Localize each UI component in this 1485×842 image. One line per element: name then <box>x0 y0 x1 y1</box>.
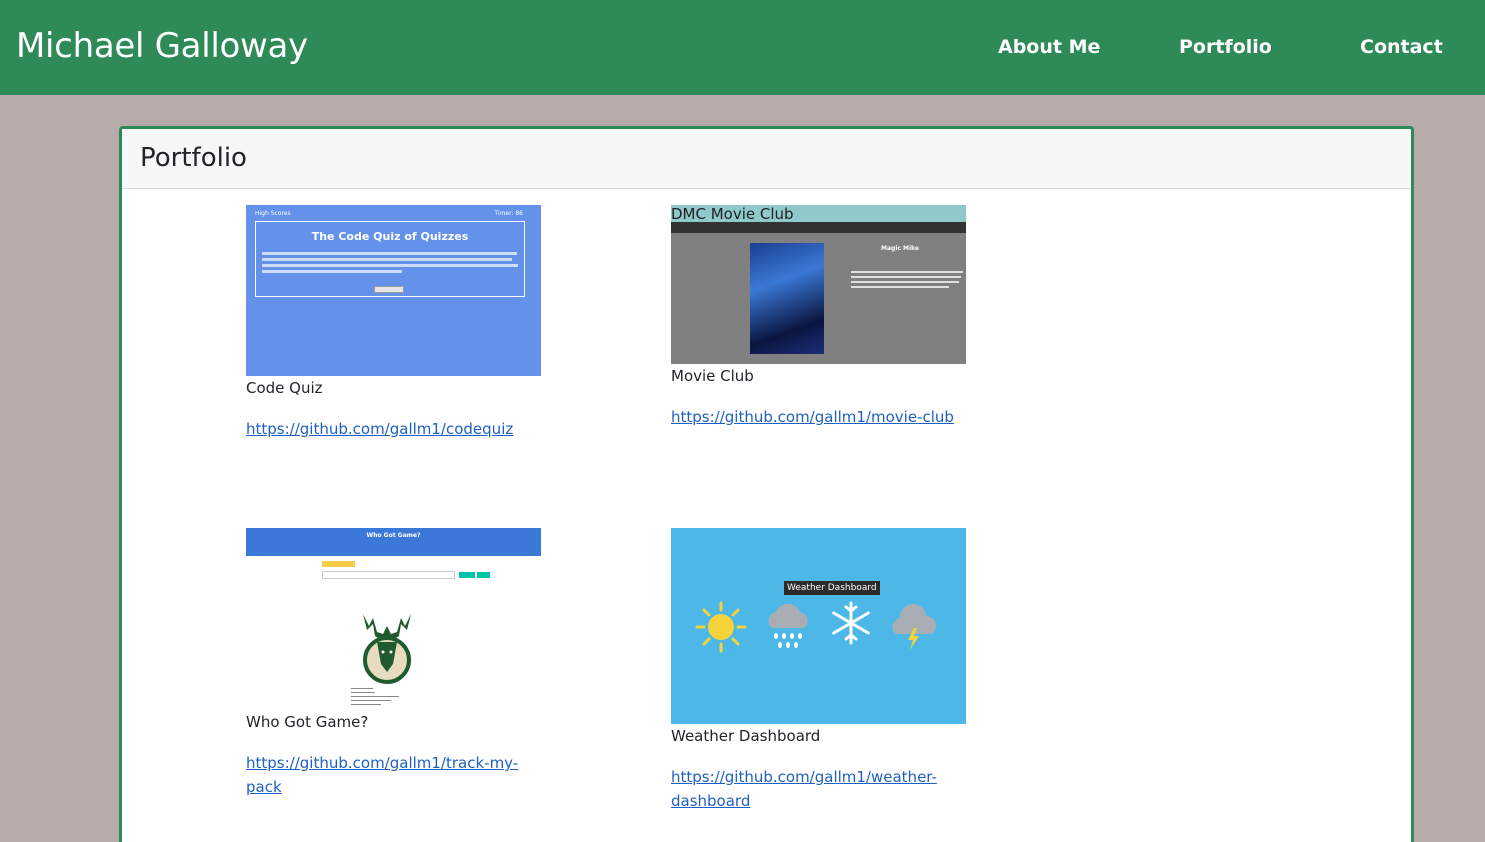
portfolio-card: Portfolio High Scores Timer: 86 The Code… <box>119 126 1414 842</box>
snowflake-icon <box>832 601 870 645</box>
thumb-clear-button <box>477 572 490 578</box>
who-got-game-thumbnail[interactable]: Who Got Game? <box>246 528 541 710</box>
rain-cloud-icon <box>768 604 808 648</box>
bucks-logo-icon <box>363 614 411 684</box>
thumb-text-line <box>851 286 949 288</box>
thumb-nav-bar <box>671 222 966 233</box>
thumb-movie-club-heading: DMC Movie Club <box>671 205 794 223</box>
project-link[interactable]: https://github.com/gallm1/track-my-pack <box>246 751 546 799</box>
thumb-search-input <box>322 571 455 579</box>
movie-club-thumbnail[interactable]: DMC Movie Club Magic Mike <box>671 205 966 364</box>
project-link-line: dashboard <box>671 792 751 810</box>
weather-dashboard-thumbnail[interactable]: Weather Dashboard <box>671 528 966 724</box>
thumb-text-line <box>351 704 381 705</box>
project-title: Code Quiz <box>246 379 323 397</box>
thumb-text-line <box>262 252 517 255</box>
project-link[interactable]: https://github.com/gallm1/movie-club <box>671 405 971 429</box>
nav-link-about-me[interactable]: About Me <box>998 36 1100 58</box>
navbar: Michael Galloway About Me Portfolio Cont… <box>0 0 1485 95</box>
project-title: Who Got Game? <box>246 713 369 731</box>
project-movie-club: DMC Movie Club Magic Mike Movie Club htt… <box>671 205 971 429</box>
project-title: Movie Club <box>671 367 754 385</box>
thumb-header: DMC Movie Club <box>671 205 966 223</box>
thumb-text-line <box>262 270 402 273</box>
project-code-quiz: High Scores Timer: 86 The Code Quiz of Q… <box>246 205 546 441</box>
thumb-text-line <box>351 700 391 701</box>
thumb-movie-title: Magic Mike <box>881 245 919 252</box>
thumb-header: Who Got Game? <box>246 528 541 556</box>
project-weather-dashboard: Weather Dashboard Weather Dashboard http… <box>671 528 966 813</box>
thumb-quiz-box: The Code Quiz of Quizzes <box>255 221 525 297</box>
thumb-quiz-heading: The Code Quiz of Quizzes <box>311 230 469 243</box>
thumb-text-line <box>351 696 399 697</box>
thumb-text-line <box>262 258 512 261</box>
thumb-text-line <box>262 264 518 267</box>
thumb-upcoming-tag <box>322 561 355 567</box>
thumb-weather-label: Weather Dashboard <box>784 581 880 595</box>
nav-link-portfolio[interactable]: Portfolio <box>1179 36 1272 58</box>
thumb-who-got-game-heading: Who Got Game? <box>366 532 421 539</box>
page-title: Portfolio <box>140 143 247 173</box>
thumb-timer-label: Timer: 86 <box>494 210 523 217</box>
thumb-text-line <box>851 276 961 278</box>
project-link-line: https://github.com/gallm1/weather- <box>671 768 937 786</box>
project-who-got-game: Who Got Game? Who Got Game? https://gith… <box>246 528 546 799</box>
project-link[interactable]: https://github.com/gallm1/codequiz <box>246 417 546 441</box>
thumb-text-line <box>851 281 959 283</box>
sun-icon <box>695 601 747 653</box>
thumb-text-line <box>351 688 373 689</box>
thumb-search-button <box>459 572 475 578</box>
storm-cloud-icon <box>892 603 936 650</box>
nav-link-contact[interactable]: Contact <box>1360 36 1443 58</box>
project-title: Weather Dashboard <box>671 727 821 745</box>
thumb-text-line <box>351 692 375 693</box>
thumb-begin-quiz-button <box>374 286 404 293</box>
code-quiz-thumbnail[interactable]: High Scores Timer: 86 The Code Quiz of Q… <box>246 205 541 376</box>
card-header: Portfolio <box>122 129 1411 189</box>
project-link[interactable]: https://github.com/gallm1/weather-dashbo… <box>671 765 941 813</box>
thumb-text-line <box>851 271 963 273</box>
thumb-high-scores-label: High Scores <box>255 210 291 217</box>
brand-title[interactable]: Michael Galloway <box>16 26 308 66</box>
thumb-movie-poster <box>750 243 824 354</box>
